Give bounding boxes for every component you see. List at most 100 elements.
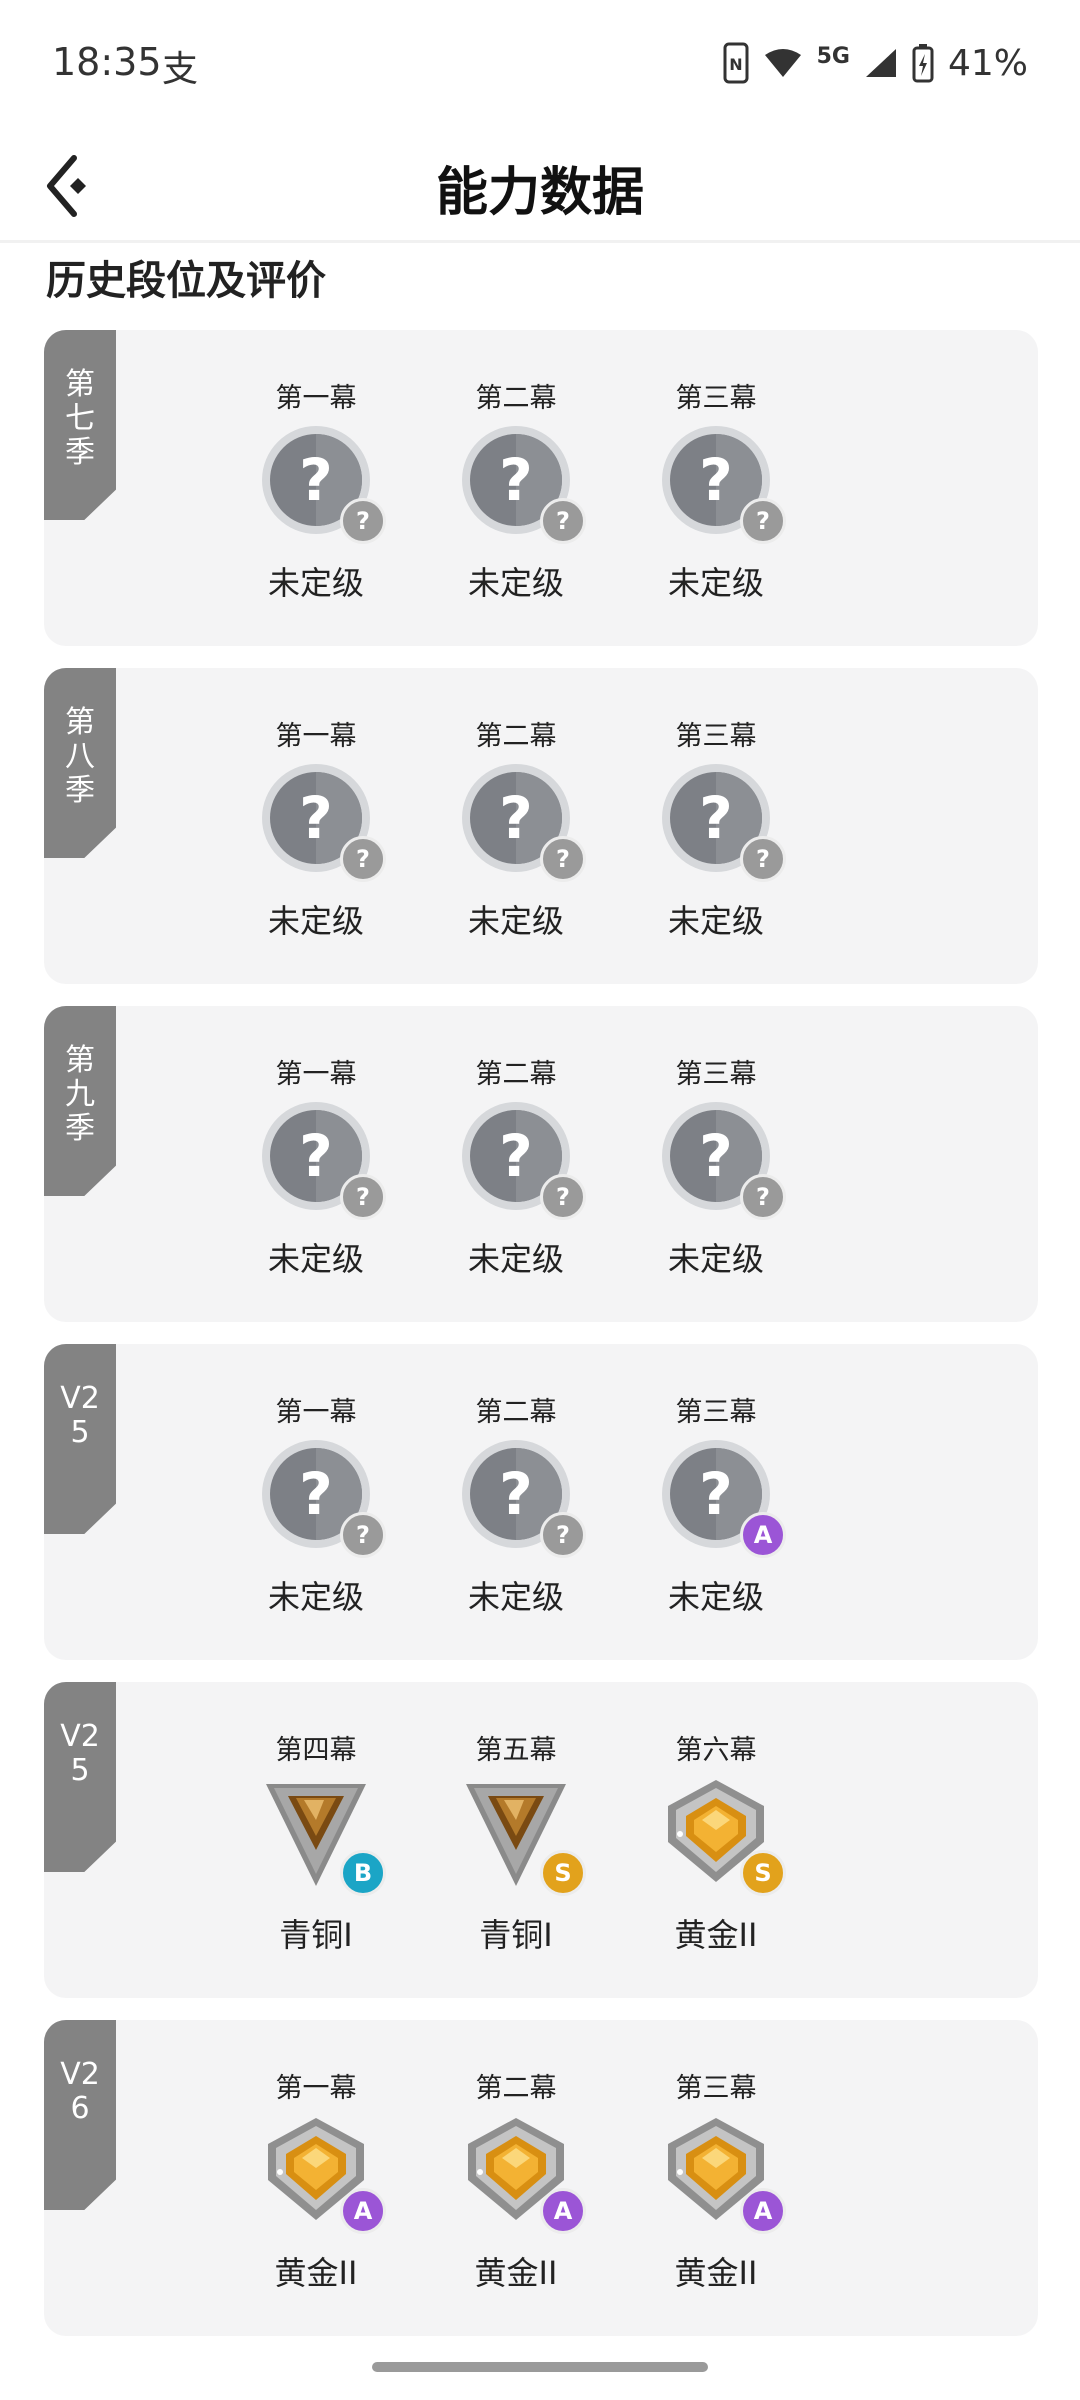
status-time: 18:35 [52,40,162,84]
season-tab: 第七季 [44,330,116,520]
grade-badge: ? [340,1512,386,1558]
alipay-icon: 支 [162,49,199,90]
season-tab-label: 第七季 [65,367,95,470]
header: 能力数据 [0,130,1080,240]
rank-label: 黄金II [674,1916,758,1954]
network-type: 5G [816,43,850,69]
grade-badge: ? [740,1174,786,1220]
grade-badge: A [740,1512,786,1558]
season-card: V25 第一幕?? 未定级 第二幕?? 未定级 第三幕? A 未定级 [44,1344,1038,1660]
signal-icon [864,47,898,79]
act-title: 第四幕 [275,1735,357,1766]
season-history-list: 第七季 第一幕?? 未定级 第二幕?? 未定级 第三幕?? 未定级 第八季 第一幕?? 未定级 第二… [44,330,1038,2358]
act-rank-item[interactable]: 第二幕 A 黄金II [416,2020,616,2336]
season-tab-label: V25 [60,1381,100,1450]
act-title: 第一幕 [275,721,357,752]
rank-label: 未定级 [667,564,764,602]
act-rank-item[interactable]: 第六幕 S 黄金II [616,1682,816,1998]
act-rank-item[interactable]: 第二幕?? 未定级 [416,668,616,984]
season-card: V25 第四幕 B 青铜I 第五幕 S 青铜I 第六幕 S 黄金II [44,1682,1038,1998]
rank-label: 黄金II [274,2254,358,2292]
act-title: 第二幕 [475,383,557,414]
rank-label: 青铜I [279,1916,353,1954]
rank-label: 未定级 [467,1240,564,1278]
svg-text:?: ? [499,784,533,852]
rank-label: 未定级 [267,1240,364,1278]
season-tab: V26 [44,2020,116,2210]
wifi-icon [763,47,803,79]
act-rank-item[interactable]: 第五幕 S 青铜I [416,1682,616,1998]
svg-text:N: N [729,55,742,74]
grade-badge: ? [340,836,386,882]
act-rank-item[interactable]: 第三幕?? 未定级 [616,330,816,646]
rank-label: 黄金II [474,2254,558,2292]
nfc-icon: N [723,42,749,84]
act-title: 第一幕 [275,2073,357,2104]
act-rank-item[interactable]: 第三幕?? 未定级 [616,668,816,984]
page-title: 能力数据 [435,163,644,223]
season-tab-label: V26 [60,2057,100,2126]
act-rank-item[interactable]: 第二幕?? 未定级 [416,1006,616,1322]
act-title: 第三幕 [675,2073,757,2104]
season-tab: 第九季 [44,1006,116,1196]
rank-label: 未定级 [667,1578,764,1616]
season-tab-label: 第九季 [65,1043,95,1146]
svg-text:?: ? [699,446,733,514]
battery-percent: 41% [947,42,1028,84]
svg-text:?: ? [499,1122,533,1190]
act-rank-item[interactable]: 第二幕?? 未定级 [416,330,616,646]
section-title: 历史段位及评价 [46,258,326,304]
act-rank-item[interactable]: 第三幕 A 黄金II [616,2020,816,2336]
rank-label: 未定级 [467,1578,564,1616]
header-divider [0,240,1080,243]
grade-badge: S [740,1850,786,1896]
act-title: 第六幕 [675,1735,757,1766]
grade-badge: ? [340,498,386,544]
act-title: 第三幕 [675,1059,757,1090]
rank-label: 未定级 [267,902,364,940]
svg-text:?: ? [699,1460,733,1528]
grade-badge: ? [540,836,586,882]
act-rank-item[interactable]: 第三幕?? 未定级 [616,1006,816,1322]
season-tab: V25 [44,1344,116,1534]
season-card: 第八季 第一幕?? 未定级 第二幕?? 未定级 第三幕?? 未定级 [44,668,1038,984]
act-title: 第一幕 [275,1397,357,1428]
rank-label: 黄金II [674,2254,758,2292]
svg-text:?: ? [499,446,533,514]
battery-icon [912,43,934,83]
grade-badge: ? [540,498,586,544]
act-rank-item[interactable]: 第一幕?? 未定级 [216,330,416,646]
act-title: 第三幕 [675,383,757,414]
season-tab-label: 第八季 [65,705,95,808]
svg-text:?: ? [699,1122,733,1190]
act-title: 第三幕 [675,1397,757,1428]
act-rank-item[interactable]: 第三幕? A 未定级 [616,1344,816,1660]
grade-badge: B [340,1850,386,1896]
rank-label: 未定级 [667,902,764,940]
grade-badge: S [540,1850,586,1896]
svg-text:?: ? [699,784,733,852]
act-title: 第二幕 [475,1059,557,1090]
act-rank-item[interactable]: 第四幕 B 青铜I [216,1682,416,1998]
grade-badge: ? [740,836,786,882]
rank-label: 未定级 [667,1240,764,1278]
act-rank-item[interactable]: 第二幕?? 未定级 [416,1344,616,1660]
svg-text:?: ? [299,1460,333,1528]
season-card: V26 第一幕 A 黄金II 第二幕 A 黄金II 第三幕 A 黄金II [44,2020,1038,2336]
season-tab: 第八季 [44,668,116,858]
act-title: 第五幕 [475,1735,557,1766]
act-rank-item[interactable]: 第一幕 A 黄金II [216,2020,416,2336]
act-title: 第二幕 [475,1397,557,1428]
act-rank-item[interactable]: 第一幕?? 未定级 [216,668,416,984]
act-rank-item[interactable]: 第一幕?? 未定级 [216,1006,416,1322]
rank-label: 未定级 [267,1578,364,1616]
grade-badge: A [340,2188,386,2234]
grade-badge: ? [740,498,786,544]
season-card: 第九季 第一幕?? 未定级 第二幕?? 未定级 第三幕?? 未定级 [44,1006,1038,1322]
season-card: 第七季 第一幕?? 未定级 第二幕?? 未定级 第三幕?? 未定级 [44,330,1038,646]
home-indicator[interactable] [372,2362,708,2372]
act-rank-item[interactable]: 第一幕?? 未定级 [216,1344,416,1660]
rank-label: 未定级 [467,564,564,602]
grade-badge: A [540,2188,586,2234]
rank-label: 青铜I [479,1916,553,1954]
